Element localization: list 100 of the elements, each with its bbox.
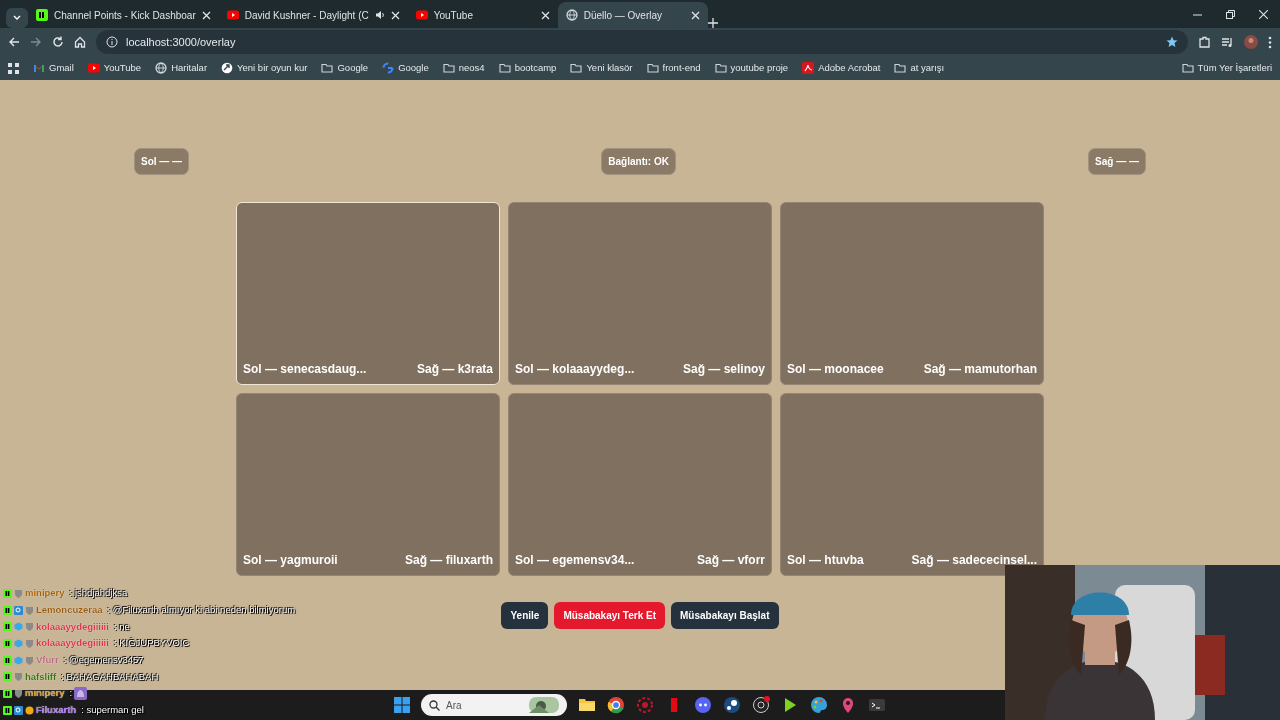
bookmark[interactable]: Yeni klasör <box>570 60 633 76</box>
bookmark[interactable]: Adobe Acrobat <box>802 60 881 76</box>
folder-icon[interactable] <box>578 696 596 714</box>
side-pill: Sol — — <box>134 148 190 175</box>
side-pill: Sağ — — <box>1088 148 1146 175</box>
square-icon <box>3 688 12 698</box>
player-name: Sol — moonacee <box>787 361 884 378</box>
chat-message: : @Filuxarth almıyor ki abi neden bilmiyorum <box>107 602 296 617</box>
coin-icon <box>25 705 34 715</box>
arrow-circle-icon <box>221 62 234 74</box>
folder-icon <box>442 62 455 74</box>
action-button[interactable]: Yenile <box>501 602 549 629</box>
folder-icon <box>714 62 727 74</box>
bookmark[interactable]: Haritalar <box>155 60 208 76</box>
bookmark[interactable]: Tüm Yer İşaretleri <box>1181 60 1272 76</box>
terminal-icon[interactable] <box>868 696 886 714</box>
player-name: Sol — egemensv34... <box>515 552 635 569</box>
play-icon <box>226 9 239 21</box>
bookmark[interactable]: Google <box>321 60 369 76</box>
chat-message: : KIĞJUPBYVOIC <box>113 636 190 651</box>
bookmark[interactable]: Google <box>382 60 429 76</box>
chat-message: : superman gel <box>81 703 144 718</box>
search-field[interactable]: Ara <box>421 694 567 716</box>
restore-icon[interactable] <box>1226 9 1235 19</box>
chat-username: Filuxarth <box>36 703 77 718</box>
player-name: Sol — yagmuroii <box>243 552 338 569</box>
status-pill: Bağlantı: OK <box>601 148 676 175</box>
player-name: Sağ — vforr <box>697 552 765 569</box>
bookmark[interactable]: at yarışı <box>894 60 945 76</box>
info-icon[interactable] <box>106 36 118 48</box>
browser-tab[interactable]: David Kushner - Daylight (C <box>218 2 408 28</box>
player-name: Sağ — selinoy <box>682 361 765 378</box>
player-name: Sol — senecasdaug... <box>243 361 367 378</box>
chat-username: Lemoncuzeraa <box>36 602 103 617</box>
gear-icon[interactable] <box>636 696 654 714</box>
square-icon <box>3 588 12 598</box>
globe-icon <box>155 62 168 74</box>
bookmark[interactable]: Gmail <box>33 60 74 76</box>
bookmark[interactable]: youtube proje <box>714 60 789 76</box>
forward-icon[interactable] <box>30 36 42 48</box>
player-name: Sağ — mamutorhan <box>923 361 1037 378</box>
reload-icon[interactable] <box>52 36 64 48</box>
folder-icon <box>646 62 659 74</box>
globe-icon <box>565 9 578 21</box>
action-button[interactable]: Müsabakayı Başlat <box>671 602 779 629</box>
avatar-icon[interactable] <box>1244 35 1258 49</box>
close-icon[interactable] <box>1259 9 1268 19</box>
bookmark[interactable]: neos4 <box>442 60 485 76</box>
url-text: localhost:3000/overlay <box>126 34 237 50</box>
record-icon[interactable] <box>752 696 770 714</box>
back-icon[interactable] <box>8 36 20 48</box>
media-icon[interactable] <box>1221 35 1234 49</box>
close-icon[interactable] <box>540 10 550 20</box>
folder-icon <box>1181 62 1194 74</box>
leave-button[interactable]: Müsabakayı Terk Et <box>554 602 665 629</box>
plus-icon[interactable] <box>707 18 718 28</box>
google-icon <box>382 62 395 74</box>
chat-bubble-icon[interactable] <box>694 696 712 714</box>
browser-tab[interactable]: Düello — Overlay <box>557 2 708 28</box>
player-name: Sol — htuvba <box>787 552 864 569</box>
chat-message: : jshdjahdjksa <box>69 586 128 601</box>
player-name: Sağ — sadececinsel... <box>911 552 1037 569</box>
palette-icon[interactable] <box>810 696 828 714</box>
folder-icon <box>570 62 583 74</box>
bookmark[interactable]: bootcamp <box>498 60 557 76</box>
home-icon[interactable] <box>74 36 86 48</box>
player-name: Sağ — k3rata <box>416 361 493 378</box>
player-name: Sağ — filuxarth <box>405 552 493 569</box>
more-icon[interactable] <box>1268 35 1272 49</box>
chat-username: minipery <box>25 586 65 601</box>
steam-icon[interactable] <box>723 696 741 714</box>
dropdown-icon[interactable] <box>6 8 28 28</box>
chrome-icon[interactable] <box>607 696 625 714</box>
apps-icon[interactable] <box>8 62 19 74</box>
browser-tab[interactable]: Channel Points - Kick Dashboar <box>28 2 219 28</box>
bookmark[interactable]: Yeni bir oyun kur <box>221 60 308 76</box>
star-icon[interactable] <box>1166 36 1178 48</box>
close-icon[interactable] <box>201 10 211 20</box>
browser-tab[interactable]: YouTube <box>407 2 558 28</box>
close-icon[interactable] <box>390 10 400 20</box>
square-icon <box>36 9 48 21</box>
square-icon <box>3 605 12 615</box>
bookmark[interactable]: YouTube <box>87 60 142 76</box>
chat-username: kolaaayydegiiiiii <box>36 619 109 634</box>
chat-message: : ne <box>113 619 130 634</box>
puzzle-icon[interactable] <box>1198 35 1211 49</box>
address-bar[interactable]: localhost:3000/overlay <box>96 30 1188 54</box>
square-icon <box>3 705 12 715</box>
square-icon <box>3 638 12 648</box>
bookmark[interactable]: front-end <box>646 60 701 76</box>
landscape-icon <box>529 697 559 713</box>
chat-username: kolaaayydegiiiiii <box>36 636 109 651</box>
speaker-icon[interactable] <box>374 10 385 20</box>
mail-icon <box>33 62 45 74</box>
close-icon[interactable] <box>690 10 700 20</box>
folder-icon <box>498 62 511 74</box>
chat-message: : BAHAGAHBAHABAH <box>61 669 159 684</box>
play-icon <box>415 9 428 21</box>
square-icon <box>3 622 12 632</box>
player-name: Sol — kolaaayydeg... <box>515 361 635 378</box>
